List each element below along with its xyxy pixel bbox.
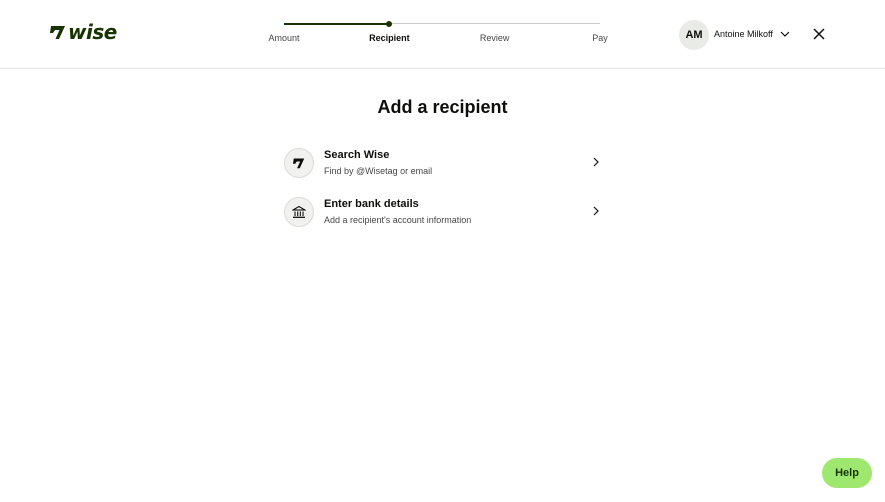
option-title: Enter bank details	[324, 198, 419, 210]
user-name[interactable]: Antoine Milkoff	[714, 29, 773, 39]
wise-logo[interactable]: wise	[50, 22, 117, 42]
progress-stepper: Amount Recipient Review Pay	[250, 16, 635, 50]
wise-flag-icon	[50, 26, 65, 39]
chevron-down-icon[interactable]	[780, 30, 790, 38]
logo-text: wise	[68, 20, 117, 44]
option-subtitle: Find by @Wisetag or email	[324, 166, 433, 176]
help-button[interactable]: Help	[822, 458, 872, 488]
bank-icon	[292, 205, 306, 218]
enter-bank-details-option[interactable]: Enter bank details Add a recipient's acc…	[284, 197, 602, 229]
close-icon[interactable]	[812, 27, 826, 41]
wise-flag-icon	[293, 158, 305, 169]
option-icon-circle	[284, 148, 314, 178]
page-title: Add a recipient	[377, 97, 508, 117]
step-pay: Pay	[592, 33, 608, 43]
step-amount[interactable]: Amount	[268, 33, 299, 43]
option-title: Search Wise	[324, 149, 390, 161]
step-recipient: Recipient	[369, 33, 410, 43]
top-header: wise Amount Recipient Review Pay AM Antoine…	[0, 0, 885, 69]
chevron-right-icon	[593, 206, 599, 216]
option-subtitle: Add a recipient's account information	[324, 215, 472, 225]
chevron-right-icon	[593, 157, 599, 167]
option-icon-circle	[284, 197, 314, 227]
search-wise-option[interactable]: Search Wise Find by @Wisetag or email	[284, 148, 602, 180]
progress-fill	[284, 22, 389, 25]
progress-marker	[386, 21, 392, 27]
avatar[interactable]: AM	[679, 20, 709, 50]
step-review: Review	[479, 33, 510, 43]
